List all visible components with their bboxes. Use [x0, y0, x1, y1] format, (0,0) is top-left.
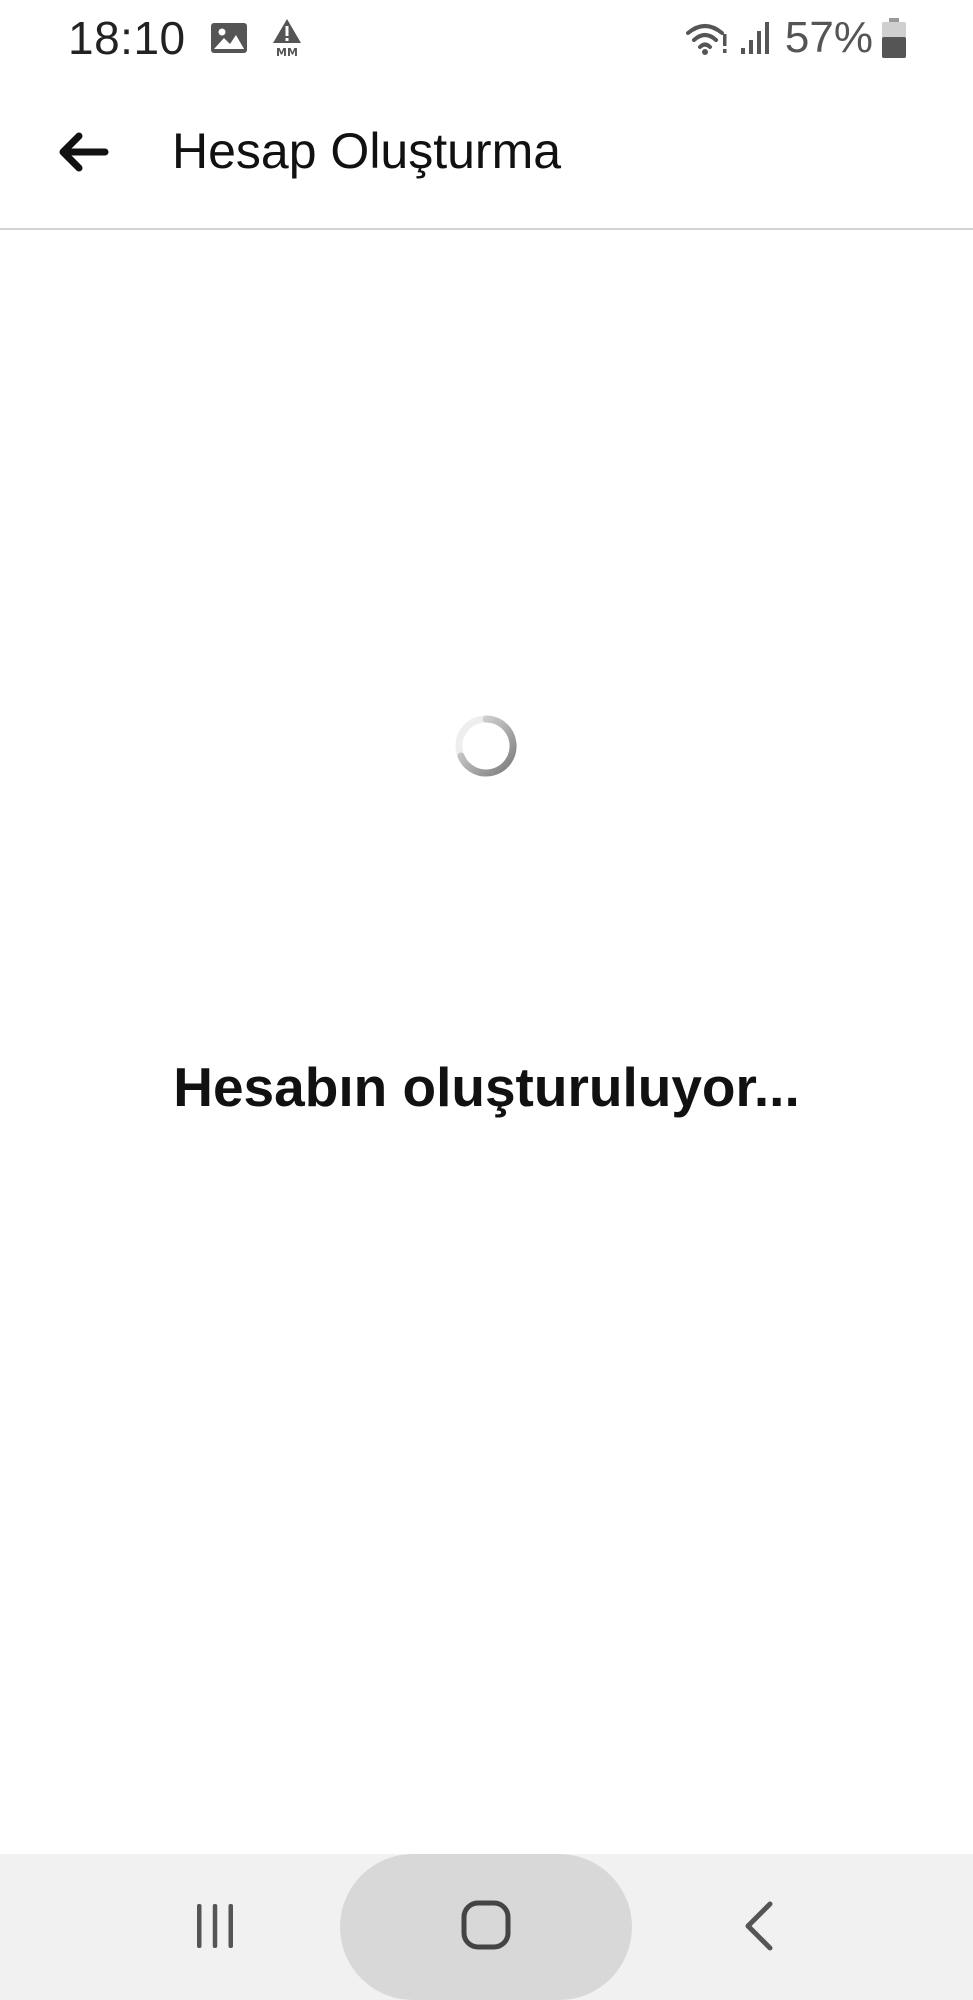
back-button[interactable] [48, 126, 118, 182]
status-time: 18:10 [68, 12, 186, 64]
status-right: 57% [685, 13, 907, 63]
navigation-bar [0, 1854, 973, 2000]
wifi-icon [685, 20, 729, 56]
battery-fill [882, 37, 906, 58]
chevron-left-icon [741, 1900, 777, 1957]
recents-button[interactable] [170, 1890, 260, 1966]
nav-back-button[interactable] [714, 1890, 804, 1966]
arrow-left-icon [57, 131, 109, 178]
page-title: Hesap Oluşturma [172, 123, 562, 179]
app-bar: Hesap Oluşturma [0, 76, 973, 230]
home-icon [460, 1899, 512, 1956]
alert-icon: MM [270, 18, 304, 58]
gallery-icon [210, 22, 248, 54]
battery-percent: 57% [784, 13, 873, 62]
recents-icon [191, 1902, 239, 1955]
battery-icon [881, 17, 907, 59]
status-bar: 18:10 MM 57% [0, 0, 973, 76]
loading-spinner-icon [453, 713, 519, 779]
screen: 18:10 MM 57% Hesap Oluşturma Hesabın olu… [0, 0, 973, 2000]
home-button[interactable] [340, 1854, 632, 2000]
status-left: 18:10 MM [68, 11, 304, 65]
loading-area: Hesabın oluşturuluyor... [0, 230, 973, 1854]
svg-text:MM: MM [276, 46, 298, 58]
loading-message: Hesabın oluşturuluyor... [173, 1056, 800, 1118]
signal-icon [739, 20, 773, 56]
